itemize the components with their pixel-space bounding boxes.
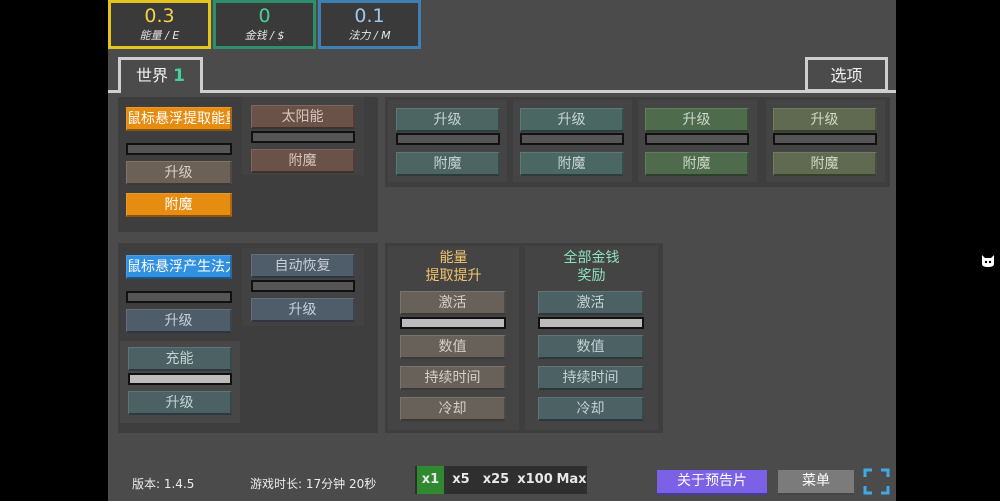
generator-4: 升级 附魔 [766,100,885,182]
mana-value: 0.1 [354,5,385,27]
generator-2-enchant-button[interactable]: 附魔 [520,152,624,176]
tab-options-label: 选项 [830,66,863,85]
hover-generate-mana-button[interactable]: 鼠标悬浮产生法力 [126,255,232,279]
multiplier-max-button[interactable]: Max [556,466,587,494]
auto-restore-button[interactable]: 自动恢复 [251,254,355,278]
multiplier-x5-button[interactable]: x5 [446,466,476,494]
money-boost-cooldown-button[interactable]: 冷却 [538,397,644,421]
energy-boost-activate-button[interactable]: 激活 [400,291,506,315]
generator-4-progress-bar [773,133,877,145]
energy-boost-progress-bar [400,317,506,329]
generator-1-progress-bar [396,133,500,145]
generator-1: 升级 附魔 [388,100,507,182]
money-label: 金钱 / $ [244,29,285,42]
generator-2-upgrade-button[interactable]: 升级 [520,108,624,132]
boosts-panel: 能量 提取提升 激活 数值 持续时间 冷却 全部金钱 奖励 激活 数值 持续时间… [385,243,663,433]
tab-world-number: 1 [173,66,185,86]
energy-enchant-button[interactable]: 附魔 [126,193,232,217]
auto-restore-upgrade-button[interactable]: 升级 [251,298,355,322]
charge-upgrade-button[interactable]: 升级 [128,391,232,415]
money-boost-title-line2: 奖励 [577,268,606,284]
tab-world[interactable]: 世界 1 [118,57,203,93]
energy-progress-bar [126,143,232,155]
charge-progress-bar [128,373,232,385]
mana-upgrade-button[interactable]: 升级 [126,309,232,333]
multiplier-selector: x1 x5 x25 x100 Max [415,466,587,494]
solar-panel: 太阳能 附魔 [242,97,364,175]
money-value: 0 [258,5,271,27]
energy-boost-value-button[interactable]: 数值 [400,335,506,359]
energy-boost-duration-button[interactable]: 持续时间 [400,366,506,390]
mana-label: 法力 / M [348,29,391,42]
money-boost-progress-bar [538,317,644,329]
energy-boost-title-line2: 提取提升 [425,268,482,284]
generator-4-enchant-button[interactable]: 附魔 [773,152,877,176]
generator-2: 升级 附魔 [513,100,632,182]
menu-button[interactable]: 菜单 [778,470,854,495]
charge-button[interactable]: 充能 [128,347,232,371]
multiplier-x1-button[interactable]: x1 [417,466,444,494]
generator-1-upgrade-button[interactable]: 升级 [396,108,500,132]
solar-button[interactable]: 太阳能 [251,105,355,129]
fullscreen-icon[interactable] [863,468,890,495]
generators-panel: 升级 附魔 升级 附魔 升级 附魔 升级 附魔 [385,97,890,187]
generator-3-upgrade-button[interactable]: 升级 [645,108,749,132]
playtime-label: 游戏时长: 17分钟 20秒 [250,477,377,491]
version-label: 版本: 1.4.5 [132,477,195,491]
money-boost-title-line1: 全部金钱 [563,250,620,266]
money-boost-duration-button[interactable]: 持续时间 [538,366,644,390]
energy-upgrade-button[interactable]: 升级 [126,161,232,185]
multiplier-x100-button[interactable]: x100 [516,466,554,494]
generator-3: 升级 附魔 [638,100,757,182]
hover-extract-energy-button[interactable]: 鼠标悬浮提取能量 [126,107,232,131]
solar-enchant-button[interactable]: 附魔 [251,149,355,173]
auto-restore-panel: 自动恢复 升级 [242,248,364,326]
auto-restore-progress-bar [251,280,355,292]
game-window: 0.3 能量 / E 0 金钱 / $ 0.1 法力 / M 世界 1 选项 鼠… [108,0,896,501]
energy-value: 0.3 [144,5,175,27]
tab-divider [108,90,896,93]
multiplier-x25-button[interactable]: x25 [478,466,514,494]
mana-counter: 0.1 法力 / M [318,0,421,49]
money-boost-value-button[interactable]: 数值 [538,335,644,359]
tab-options[interactable]: 选项 [805,57,888,92]
energy-counter: 0.3 能量 / E [108,0,211,49]
energy-boost-title-line1: 能量 [439,250,468,266]
money-boost-panel: 全部金钱 奖励 激活 数值 持续时间 冷却 [525,246,658,430]
about-trailer-button[interactable]: 关于预告片 [657,470,767,495]
cat-face-icon [982,255,994,267]
energy-boost-panel: 能量 提取提升 激活 数值 持续时间 冷却 [388,246,519,430]
generator-1-enchant-button[interactable]: 附魔 [396,152,500,176]
money-counter: 0 金钱 / $ [213,0,316,49]
charge-panel: 充能 升级 [120,341,240,423]
generator-2-progress-bar [520,133,624,145]
energy-boost-cooldown-button[interactable]: 冷却 [400,397,506,421]
generator-3-enchant-button[interactable]: 附魔 [645,152,749,176]
money-boost-activate-button[interactable]: 激活 [538,291,644,315]
generator-4-upgrade-button[interactable]: 升级 [773,108,877,132]
generator-3-progress-bar [645,133,749,145]
energy-label: 能量 / E [139,29,180,42]
tab-world-label: 世界 [136,66,169,85]
mana-progress-bar [126,291,232,303]
solar-progress-bar [251,131,355,143]
